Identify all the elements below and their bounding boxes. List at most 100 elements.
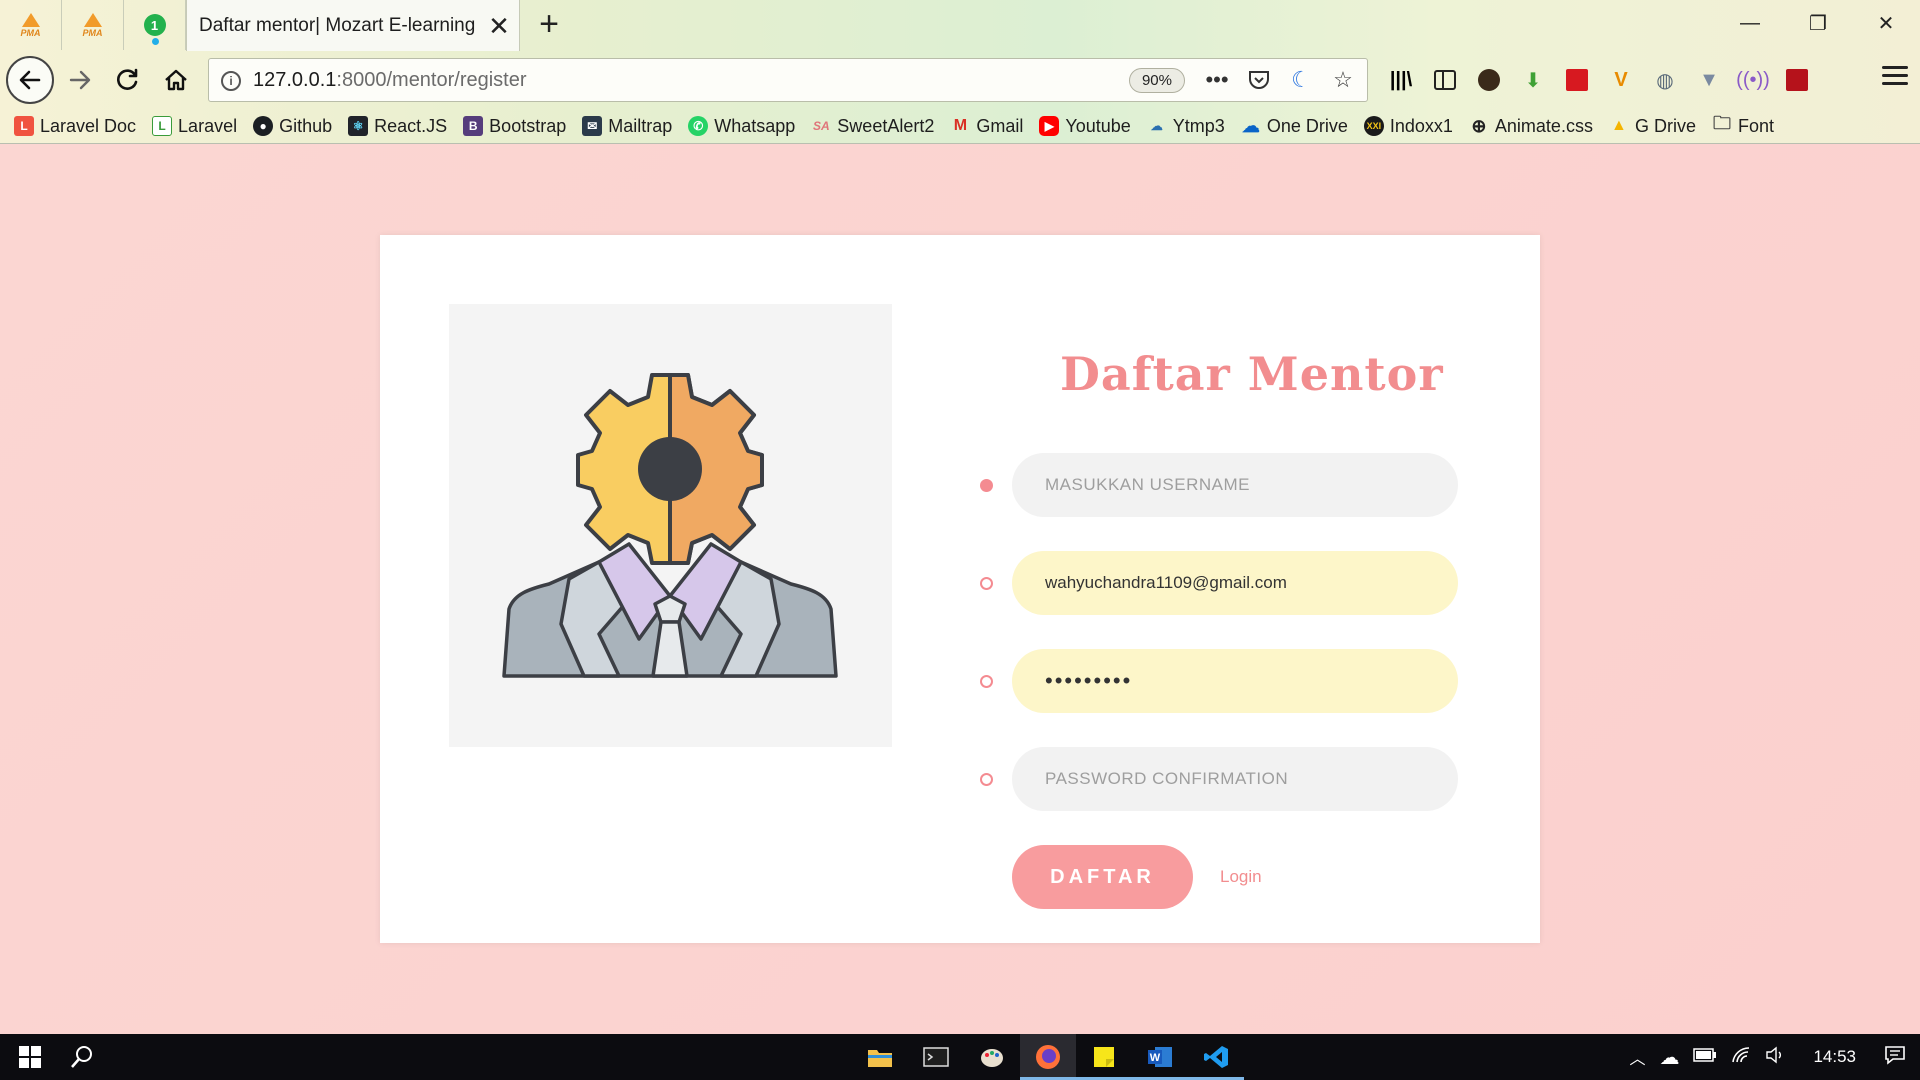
battery-icon[interactable] — [1693, 1047, 1717, 1067]
broadcast-icon[interactable]: ((•)) — [1736, 65, 1770, 95]
svg-text:W: W — [1150, 1052, 1161, 1064]
bookmark-github[interactable]: ● Github — [253, 116, 332, 137]
email-input[interactable] — [1012, 551, 1458, 615]
address-bar[interactable]: i 127.0.0.1:8000/mentor/register 90% •••… — [208, 58, 1368, 102]
extension-moon-icon[interactable]: ☾ — [1287, 66, 1315, 94]
system-tray: ︿ ☁ 14:53 — [1629, 1034, 1920, 1080]
onedrive-tray-icon[interactable]: ☁ — [1659, 1045, 1679, 1070]
close-tab-icon[interactable]: ✕ — [479, 13, 519, 39]
action-center-icon[interactable] — [1884, 1045, 1906, 1070]
field-indicator-icon — [980, 675, 993, 688]
bookmark-sweetalert2[interactable]: SA SweetAlert2 — [811, 116, 934, 137]
arrow-left-icon — [19, 70, 41, 90]
pinned-tab-phpmyadmin-1[interactable]: PMA — [0, 0, 62, 50]
page-actions-icon[interactable]: ••• — [1203, 66, 1231, 94]
username-row — [980, 453, 1460, 517]
bookmark-laravel-doc[interactable]: L Laravel Doc — [14, 116, 136, 137]
bookmark-whatsapp[interactable]: ✆ Whatsapp — [688, 116, 795, 137]
library-icon[interactable]: |||\ — [1386, 65, 1416, 95]
field-indicator-icon — [980, 773, 993, 786]
menu-icon[interactable] — [1882, 66, 1908, 85]
react-icon: ⚛ — [348, 116, 369, 136]
zoom-level[interactable]: 90% — [1128, 67, 1185, 93]
globe-icon: ⊕ — [1471, 115, 1487, 136]
bookmark-star-icon[interactable]: ☆ — [1329, 66, 1357, 94]
bookmark-reactjs[interactable]: ⚛ React.JS — [348, 116, 447, 137]
start-button[interactable] — [8, 1034, 52, 1080]
window-controls: — ❐ ✕ — [1716, 0, 1920, 46]
toolbar-icons: |||\ ⬇ V ◍ ▼ ((•)) — [1386, 62, 1812, 98]
password-confirmation-row — [980, 747, 1460, 811]
phpmyadmin-icon: PMA — [21, 12, 41, 38]
username-input[interactable] — [1012, 453, 1458, 517]
volume-icon[interactable] — [1765, 1046, 1785, 1069]
pocket-icon[interactable] — [1245, 66, 1273, 94]
taskbar-firefox[interactable] — [1020, 1034, 1076, 1080]
search-icon — [71, 1046, 92, 1068]
bookmark-font[interactable]: 🗀 Font — [1712, 113, 1774, 137]
onedrive-icon: ☁ — [1241, 115, 1260, 136]
new-tab-button[interactable]: + — [530, 6, 568, 44]
chevron-up-icon[interactable]: ︿ — [1629, 1045, 1645, 1069]
pinned-tab-phpmyadmin-2[interactable]: PMA — [62, 0, 124, 50]
bookmark-ytmp3[interactable]: ☁ Ytmp3 — [1147, 116, 1225, 137]
page-background: Daftar Mentor DAFTAR Login — [0, 144, 1920, 1034]
download-icon[interactable]: ⬇ — [1518, 65, 1548, 95]
taskbar-terminal[interactable] — [908, 1034, 964, 1080]
field-indicator-icon — [980, 479, 993, 492]
wifi-icon[interactable] — [1731, 1046, 1751, 1069]
laravel-icon: L — [152, 116, 173, 136]
taskbar-file-explorer[interactable] — [852, 1034, 908, 1080]
tab-active[interactable]: Daftar mentor| Mozart E-learning ✕ — [186, 0, 520, 51]
whatsapp-icon: ✆ — [688, 116, 709, 136]
pinned-tab-notification[interactable]: 1 — [124, 0, 186, 50]
password-confirmation-input[interactable] — [1012, 747, 1458, 811]
bookmark-gmail[interactable]: M Gmail — [950, 116, 1024, 137]
bookmark-bootstrap[interactable]: B Bootstrap — [463, 116, 566, 137]
login-link[interactable]: Login — [1220, 867, 1262, 887]
home-button[interactable] — [154, 58, 198, 102]
password-input[interactable] — [1012, 649, 1458, 713]
navigation-bar: i 127.0.0.1:8000/mentor/register 90% •••… — [0, 52, 1920, 108]
taskbar-vscode[interactable] — [1188, 1034, 1244, 1080]
taskbar-word[interactable]: W — [1132, 1034, 1188, 1080]
extension-red-icon[interactable] — [1562, 65, 1592, 95]
reload-icon — [117, 68, 138, 90]
phpmyadmin-icon: PMA — [83, 12, 103, 38]
sweetalert-icon: SA — [812, 119, 830, 133]
taskbar: W ︿ ☁ 14:53 — [0, 1034, 1920, 1080]
taskbar-sticky-notes[interactable] — [1076, 1034, 1132, 1080]
bookmark-mailtrap[interactable]: ✉ Mailtrap — [582, 116, 672, 137]
extension-dark-icon[interactable] — [1474, 65, 1504, 95]
bookmark-youtube[interactable]: ▶ Youtube — [1039, 116, 1131, 137]
daftar-button[interactable]: DAFTAR — [1012, 845, 1193, 909]
close-window-button[interactable]: ✕ — [1852, 0, 1920, 46]
bookmark-onedrive[interactable]: ☁ One Drive — [1241, 116, 1348, 137]
bookmark-laravel[interactable]: L Laravel — [152, 116, 237, 137]
globe-extension-icon[interactable]: ◍ — [1650, 65, 1680, 95]
indoxx-icon: XXI — [1363, 116, 1384, 136]
forward-button[interactable] — [58, 58, 102, 102]
field-indicator-icon — [980, 577, 993, 590]
search-button[interactable] — [60, 1034, 104, 1080]
back-button[interactable] — [6, 56, 54, 104]
clock[interactable]: 14:53 — [1813, 1047, 1856, 1067]
pdf-icon[interactable] — [1782, 65, 1812, 95]
reload-button[interactable] — [106, 58, 150, 102]
vue-devtools-icon[interactable]: ▼ — [1694, 65, 1724, 95]
mentor-illustration — [449, 304, 892, 747]
taskbar-paint[interactable] — [964, 1034, 1020, 1080]
sidebar-icon[interactable] — [1430, 65, 1460, 95]
url-text[interactable]: 127.0.0.1:8000/mentor/register — [253, 69, 1129, 92]
tab-bar: PMA PMA 1 Daftar mentor| Mozart E-learni… — [0, 0, 1920, 51]
minimize-button[interactable]: — — [1716, 0, 1784, 46]
bookmark-g-drive[interactable]: ▲ G Drive — [1609, 116, 1696, 137]
restore-button[interactable]: ❐ — [1784, 0, 1852, 46]
bookmark-animate-css[interactable]: ⊕ Animate.css — [1469, 116, 1593, 137]
site-info-icon[interactable]: i — [209, 69, 253, 91]
sticky-note-icon — [1094, 1047, 1114, 1067]
register-card: Daftar Mentor DAFTAR Login — [380, 235, 1540, 943]
bookmark-indoxx1[interactable]: XXI Indoxx1 — [1363, 116, 1453, 137]
vpn-icon[interactable]: V — [1606, 65, 1636, 95]
windows-icon — [19, 1046, 41, 1068]
